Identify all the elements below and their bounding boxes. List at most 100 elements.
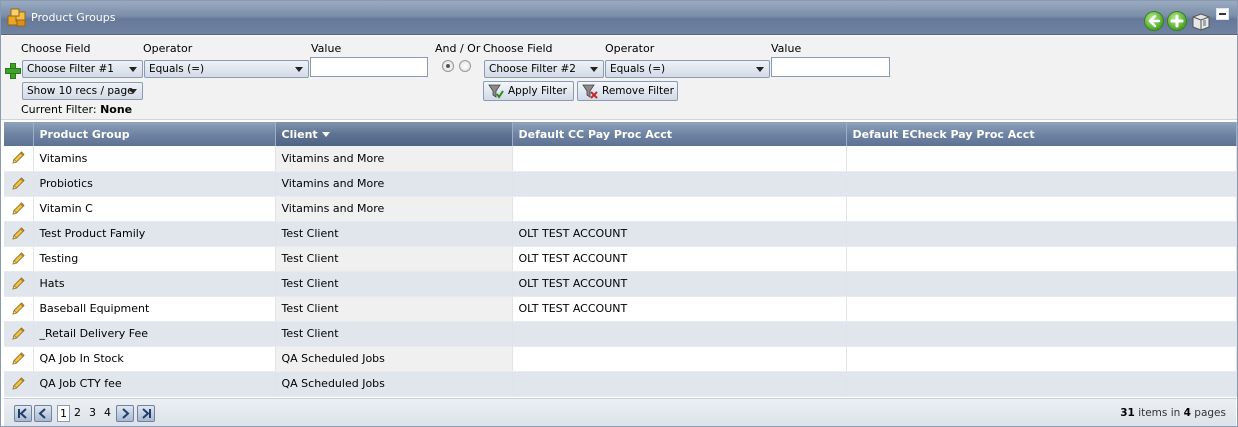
cell-cc-acct [512, 146, 847, 172]
choose-field-select-1[interactable]: Choose Filter #1 [22, 60, 143, 78]
pencil-edit-icon[interactable] [10, 351, 26, 367]
cell-cc-acct [512, 196, 847, 222]
and-or-label: And / Or [435, 42, 481, 55]
edit-cell[interactable] [4, 171, 34, 197]
cell-product-group: Testing [33, 246, 276, 272]
collapse-button[interactable] [1216, 8, 1229, 20]
pencil-edit-icon[interactable] [10, 301, 26, 317]
edit-cell[interactable] [4, 371, 34, 397]
cell-client: QA Scheduled Jobs [275, 346, 513, 372]
cell-client: Test Client [275, 246, 513, 272]
back-button[interactable] [1144, 11, 1164, 31]
pencil-edit-icon[interactable] [10, 201, 26, 217]
next-page-icon [122, 408, 130, 419]
cell-cc-acct [512, 321, 847, 347]
choose-field-label-2: Choose Field [483, 42, 553, 55]
column-header-product-group[interactable]: Product Group [33, 122, 276, 146]
cell-client: Test Client [275, 271, 513, 297]
edit-cell[interactable] [4, 146, 34, 172]
next-page-button[interactable] [116, 405, 134, 422]
cell-client: Test Client [275, 321, 513, 347]
cell-echeck-acct [846, 346, 1237, 372]
pencil-edit-icon[interactable] [10, 326, 26, 342]
column-header-echeck-acct[interactable]: Default ECheck Pay Proc Acct [846, 122, 1237, 146]
operator-label-2: Operator [605, 42, 655, 55]
cell-client: Vitamins and More [275, 146, 513, 172]
client-header-label: Client [281, 127, 318, 141]
apply-filter-button[interactable]: Apply Filter [483, 81, 574, 101]
funnel-remove-icon [582, 84, 598, 99]
pencil-edit-icon[interactable] [10, 176, 26, 192]
table-row: _Retail Delivery Fee Test Client [4, 321, 1237, 347]
apply-filter-label: Apply Filter [508, 85, 567, 97]
export-icon[interactable] [1190, 11, 1212, 31]
page-3-link[interactable]: 3 [89, 406, 96, 419]
current-filter-value: None [100, 103, 133, 116]
remove-filter-label: Remove Filter [602, 85, 674, 97]
page-1-link[interactable]: 1 [57, 405, 70, 422]
or-radio[interactable] [459, 60, 471, 72]
cell-echeck-acct [846, 246, 1237, 272]
page-2-link[interactable]: 2 [74, 406, 81, 419]
cell-client: QA Scheduled Jobs [275, 371, 513, 397]
cell-product-group: Hats [33, 271, 276, 297]
value-label-2: Value [771, 42, 802, 55]
items-in-text: items in [1138, 407, 1181, 419]
table-row: Test Product Family Test Client OLT TEST A… [4, 221, 1237, 247]
last-page-button[interactable] [137, 405, 155, 422]
first-page-button[interactable] [14, 405, 32, 422]
page-size-select[interactable]: Show 10 recs / page [22, 82, 143, 100]
table-row: QA Job CTY fee QA Scheduled Jobs [4, 371, 1237, 397]
choose-field-select-2[interactable]: Choose Filter #2 [484, 60, 604, 78]
pencil-edit-icon[interactable] [10, 276, 26, 292]
sort-desc-icon [321, 132, 330, 137]
cell-cc-acct: OLT TEST ACCOUNT [512, 271, 847, 297]
table-row: QA Job In Stock QA Scheduled Jobs [4, 346, 1237, 372]
value-field-2[interactable] [771, 57, 890, 77]
product-groups-panel: Product Groups Choose Field Operator Val… [0, 0, 1238, 427]
table-row: Probiotics Vitamins and More [4, 171, 1237, 197]
operator-select-1[interactable]: Equals (=) [144, 60, 309, 78]
edit-cell[interactable] [4, 221, 34, 247]
cell-cc-acct [512, 371, 847, 397]
edit-cell[interactable] [4, 296, 34, 322]
remove-filter-button[interactable]: Remove Filter [577, 81, 678, 101]
operator-label-1: Operator [143, 42, 193, 55]
edit-cell[interactable] [4, 246, 34, 272]
choose-field-label-1: Choose Field [21, 42, 91, 55]
edit-cell[interactable] [4, 271, 34, 297]
page-title: Product Groups [31, 11, 116, 24]
boxes-icon [7, 8, 26, 27]
pencil-edit-icon[interactable] [10, 150, 26, 166]
column-header-cc-acct[interactable]: Default CC Pay Proc Acct [512, 122, 847, 146]
pager: 1 2 3 4 31 items in 4 pages [4, 398, 1236, 426]
value-label-1: Value [311, 42, 342, 55]
operator-select-2[interactable]: Equals (=) [605, 60, 770, 78]
current-filter-caption: Current Filter: [21, 103, 97, 116]
and-radio[interactable] [442, 60, 454, 72]
plus-icon [1170, 14, 1184, 28]
cell-cc-acct: OLT TEST ACCOUNT [512, 246, 847, 272]
value-field-1[interactable] [310, 57, 428, 77]
edit-column-header [4, 122, 34, 146]
cell-echeck-acct [846, 371, 1237, 397]
pencil-edit-icon[interactable] [10, 226, 26, 242]
pencil-edit-icon[interactable] [10, 376, 26, 392]
edit-cell[interactable] [4, 346, 34, 372]
table-row: Hats Test Client OLT TEST ACCOUNT [4, 271, 1237, 297]
page-4-link[interactable]: 4 [104, 406, 111, 419]
prev-page-button[interactable] [34, 405, 52, 422]
total-pages: 4 [1183, 407, 1191, 419]
edit-cell[interactable] [4, 196, 34, 222]
add-button[interactable] [1167, 11, 1187, 31]
column-header-client[interactable]: Client [275, 122, 513, 146]
last-page-icon [142, 408, 151, 419]
pencil-edit-icon[interactable] [10, 251, 26, 267]
cell-product-group: Baseball Equipment [33, 296, 276, 322]
pages-text: pages [1194, 407, 1226, 419]
add-filter-icon[interactable] [5, 63, 21, 79]
cell-cc-acct [512, 346, 847, 372]
filter-bar: Choose Field Operator Value Choose Filte… [1, 36, 1237, 120]
cell-product-group: _Retail Delivery Fee [33, 321, 276, 347]
edit-cell[interactable] [4, 321, 34, 347]
